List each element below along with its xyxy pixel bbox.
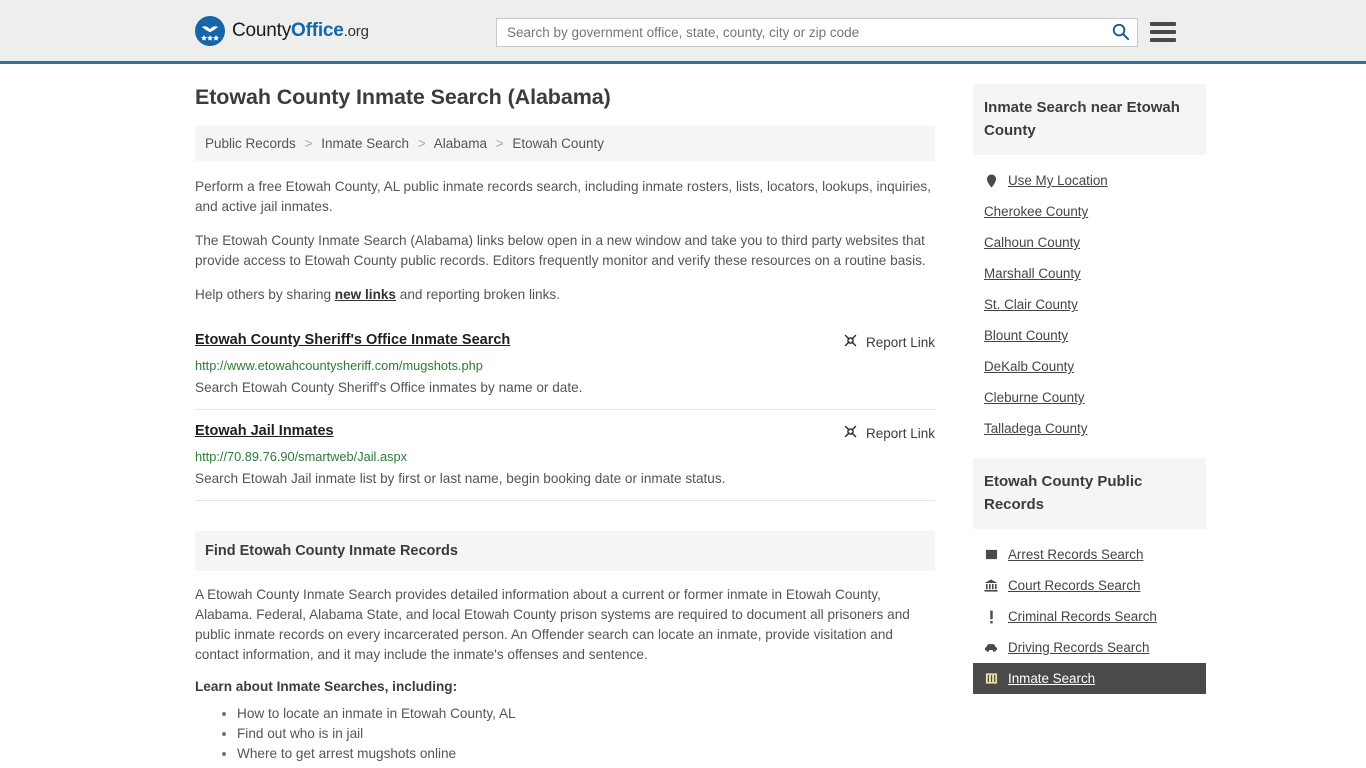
share-paragraph: Help others by sharing new links and rep… xyxy=(195,285,935,305)
list-item: Find out who is in jail xyxy=(222,724,935,744)
eagle-shield-icon xyxy=(195,15,225,46)
hamburger-menu-icon[interactable] xyxy=(1150,20,1176,44)
broken-link-icon xyxy=(843,333,858,351)
result-description: Search Etowah Jail inmate list by first … xyxy=(195,471,726,486)
new-links-link[interactable]: new links xyxy=(335,287,396,302)
sidebar-item-label[interactable]: Marshall County xyxy=(984,266,1081,281)
result-title-link[interactable]: Etowah County Sheriff's Office Inmate Se… xyxy=(195,332,510,348)
sidebar: Inmate Search near Etowah County Use My … xyxy=(973,84,1206,764)
result-url: http://70.89.76.90/smartweb/Jail.aspx xyxy=(195,449,407,464)
sidebar-item-label[interactable]: Arrest Records Search xyxy=(1008,547,1143,562)
report-link-button[interactable]: Report Link xyxy=(843,332,935,351)
fingerprint-card-icon xyxy=(984,548,998,562)
sidebar-item-arrest-records-search[interactable]: Arrest Records Search xyxy=(973,539,1206,570)
hamburger-bar-2 xyxy=(1150,30,1176,34)
sidebar-card-public-records: Etowah County Public Records Arrest Reco… xyxy=(973,458,1206,694)
breadcrumb-separator-3: > xyxy=(495,136,504,151)
sidebar-item-cleburne-county[interactable]: Cleburne County xyxy=(973,382,1206,413)
sidebar-item-label[interactable]: Cherokee County xyxy=(984,204,1088,219)
result-title-link[interactable]: Etowah Jail Inmates xyxy=(195,423,334,439)
jail-door-icon xyxy=(984,672,998,686)
breadcrumb-item-public-records[interactable]: Public Records xyxy=(205,136,296,151)
main-column: Etowah County Inmate Search (Alabama) Pu… xyxy=(195,84,935,764)
search-bar[interactable] xyxy=(496,18,1138,47)
result-url: http://www.etowahcountysheriff.com/mugsh… xyxy=(195,358,483,373)
breadcrumb-item-inmate-search[interactable]: Inmate Search xyxy=(321,136,409,151)
broken-link-icon xyxy=(843,424,858,442)
search-input[interactable] xyxy=(497,19,1103,46)
section-heading-band: Find Etowah County Inmate Records xyxy=(195,531,935,571)
sidebar-list-nearby: Use My Location Cherokee County Calhoun … xyxy=(973,155,1206,444)
sidebar-item-use-my-location[interactable]: Use My Location xyxy=(973,165,1206,196)
list-item: Where to get arrest mugshots online xyxy=(222,744,935,764)
intro-paragraph: Perform a free Etowah County, AL public … xyxy=(195,179,931,214)
site-logo[interactable]: CountyOffice.org xyxy=(195,15,369,46)
logo-wordmark: CountyOffice.org xyxy=(232,20,369,42)
logo-text-office: Office xyxy=(291,19,344,41)
sidebar-item-label[interactable]: DeKalb County xyxy=(984,359,1074,374)
report-link-label: Report Link xyxy=(865,334,935,350)
sidebar-heading-public-records: Etowah County Public Records xyxy=(973,458,1206,529)
sidebar-item-inmate-search[interactable]: Inmate Search xyxy=(973,663,1206,694)
sidebar-item-label[interactable]: Talladega County xyxy=(984,421,1087,436)
sidebar-list-public-records: Arrest Records Search Court Records Sear… xyxy=(973,529,1206,694)
breadcrumb-separator-2: > xyxy=(417,136,426,151)
section-body-paragraph: A Etowah County Inmate Search provides d… xyxy=(195,587,910,662)
sidebar-item-label[interactable]: Court Records Search xyxy=(1008,578,1140,593)
sidebar-item-label[interactable]: Blount County xyxy=(984,328,1068,343)
sidebar-item-calhoun-county[interactable]: Calhoun County xyxy=(973,227,1206,258)
sidebar-item-label[interactable]: Driving Records Search xyxy=(1008,640,1149,655)
breadcrumb-item-etowah-county: Etowah County xyxy=(512,136,604,151)
result-item: Etowah County Sheriff's Office Inmate Se… xyxy=(195,319,935,410)
search-button[interactable] xyxy=(1103,19,1137,46)
sidebar-item-cherokee-county[interactable]: Cherokee County xyxy=(973,196,1206,227)
breadcrumb-item-alabama[interactable]: Alabama xyxy=(434,136,487,151)
sidebar-item-label[interactable]: Criminal Records Search xyxy=(1008,609,1157,624)
list-item: How to locate an inmate in Etowah County… xyxy=(222,704,935,724)
report-link-button[interactable]: Report Link xyxy=(843,423,935,442)
sidebar-item-label[interactable]: Cleburne County xyxy=(984,390,1085,405)
sidebar-item-label[interactable]: Use My Location xyxy=(1008,173,1108,188)
disclaimer-paragraph: The Etowah County Inmate Search (Alabama… xyxy=(195,233,926,268)
sidebar-item-label[interactable]: Calhoun County xyxy=(984,235,1080,250)
breadcrumb: Public Records > Inmate Search > Alabama… xyxy=(195,126,935,161)
result-description: Search Etowah County Sheriff's Office in… xyxy=(195,380,583,395)
sidebar-item-court-records-search[interactable]: Court Records Search xyxy=(973,570,1206,601)
page-container: Etowah County Inmate Search (Alabama) Pu… xyxy=(0,64,1366,764)
sidebar-heading-nearby: Inmate Search near Etowah County xyxy=(973,84,1206,155)
exclamation-icon xyxy=(984,610,998,624)
share-suffix: and reporting broken links. xyxy=(396,287,560,302)
page-title: Etowah County Inmate Search (Alabama) xyxy=(195,85,611,109)
sidebar-item-talladega-county[interactable]: Talladega County xyxy=(973,413,1206,444)
sidebar-item-blount-county[interactable]: Blount County xyxy=(973,320,1206,351)
logo-text-county: County xyxy=(232,19,292,41)
result-item: Etowah Jail Inmates Report Link http://7… xyxy=(195,410,935,501)
sidebar-item-label[interactable]: St. Clair County xyxy=(984,297,1078,312)
sidebar-item-driving-records-search[interactable]: Driving Records Search xyxy=(973,632,1206,663)
car-icon xyxy=(984,641,998,655)
courthouse-icon xyxy=(984,579,998,593)
sidebar-item-label[interactable]: Inmate Search xyxy=(1008,671,1095,686)
sidebar-item-dekalb-county[interactable]: DeKalb County xyxy=(973,351,1206,382)
map-pin-icon xyxy=(984,174,998,188)
hamburger-bar-1 xyxy=(1150,22,1176,26)
breadcrumb-separator-1: > xyxy=(304,136,313,151)
share-prefix: Help others by sharing xyxy=(195,287,335,302)
logo-text-tld: .org xyxy=(343,22,369,40)
sidebar-item-st-clair-county[interactable]: St. Clair County xyxy=(973,289,1206,320)
sidebar-item-criminal-records-search[interactable]: Criminal Records Search xyxy=(973,601,1206,632)
hamburger-bar-3 xyxy=(1150,38,1176,42)
search-icon xyxy=(1111,22,1130,44)
sidebar-item-marshall-county[interactable]: Marshall County xyxy=(973,258,1206,289)
report-link-label: Report Link xyxy=(865,425,935,441)
sidebar-card-nearby: Inmate Search near Etowah County Use My … xyxy=(973,84,1206,444)
learn-heading: Learn about Inmate Searches, including: xyxy=(195,679,458,694)
site-header: CountyOffice.org xyxy=(0,0,1366,64)
learn-bullet-list: How to locate an inmate in Etowah County… xyxy=(195,704,935,764)
